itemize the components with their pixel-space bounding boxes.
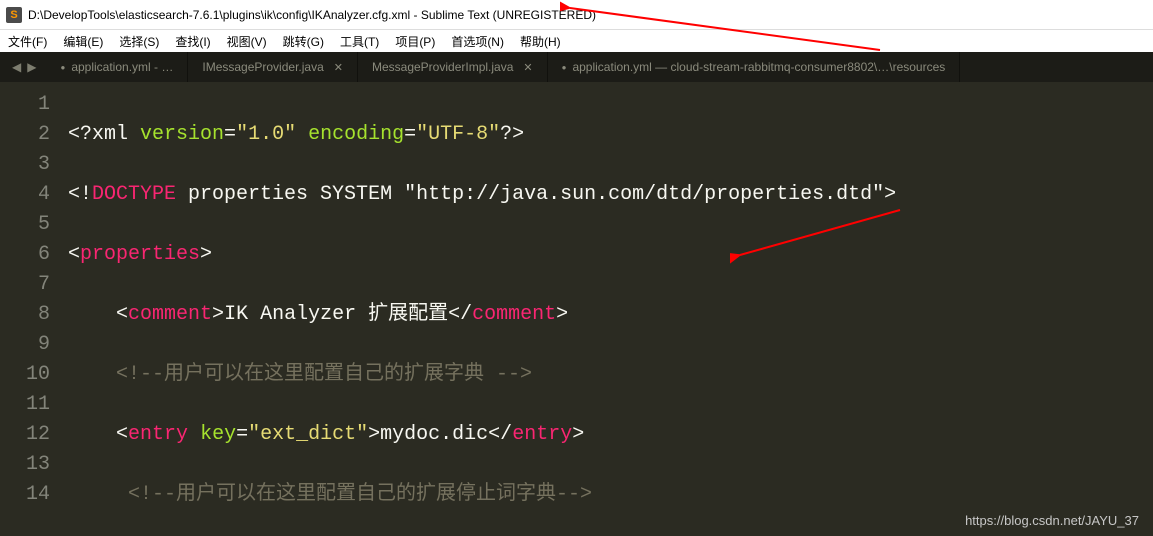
tab-application-yml-2[interactable]: ● application.yml — cloud-stream-rabbitm… [548, 52, 961, 82]
lineno: 1 [0, 90, 50, 120]
lineno: 11 [0, 390, 50, 420]
tab-nav: ◀ ▶ [0, 52, 46, 82]
tab-messageproviderimpl[interactable]: MessageProviderImpl.java ✕ [358, 52, 548, 82]
menu-tools[interactable]: 工具(T) [332, 33, 387, 50]
lineno: 7 [0, 270, 50, 300]
tab-row: ◀ ▶ ● application.yml - … IMessageProvid… [0, 52, 1153, 82]
menu-edit[interactable]: 编辑(E) [55, 33, 111, 50]
editor[interactable]: 1 2 3 4 5 6 7 8 9 10 11 12 13 14 <?xml v… [0, 82, 1153, 536]
menu-file[interactable]: 文件(F) [0, 33, 55, 50]
menu-help[interactable]: 帮助(H) [512, 33, 569, 50]
lineno: 9 [0, 330, 50, 360]
menu-goto[interactable]: 跳转(G) [275, 33, 332, 50]
app-icon: S [6, 7, 22, 23]
nav-back-icon[interactable]: ◀ [12, 60, 21, 74]
code-line: <!--用户可以在这里配置自己的扩展字典 --> [68, 360, 1147, 390]
window-title: D:\DevelopTools\elasticsearch-7.6.1\plug… [28, 8, 596, 22]
lineno: 14 [0, 480, 50, 510]
close-icon[interactable]: ✕ [523, 61, 532, 74]
code-line: <?xml version="1.0" encoding="UTF-8"?> [68, 120, 1147, 150]
title-bar: S D:\DevelopTools\elasticsearch-7.6.1\pl… [0, 0, 1153, 30]
nav-forward-icon[interactable]: ▶ [27, 60, 36, 74]
tab-application-yml-1[interactable]: ● application.yml - … [46, 52, 188, 82]
dirty-dot-icon: ● [60, 63, 65, 72]
code-line: <!--用户可以在这里配置自己的扩展停止词字典--> [68, 480, 1147, 510]
watermark: https://blog.csdn.net/JAYU_37 [965, 513, 1139, 528]
lineno: 10 [0, 360, 50, 390]
menu-project[interactable]: 项目(P) [387, 33, 443, 50]
menu-select[interactable]: 选择(S) [111, 33, 167, 50]
close-icon[interactable]: ✕ [334, 61, 343, 74]
code-line: <properties> [68, 240, 1147, 270]
lineno: 12 [0, 420, 50, 450]
lineno: 8 [0, 300, 50, 330]
gutter: 1 2 3 4 5 6 7 8 9 10 11 12 13 14 [0, 82, 62, 536]
tab-label: application.yml — cloud-stream-rabbitmq-… [572, 60, 945, 74]
code-line: <!DOCTYPE properties SYSTEM "http://java… [68, 180, 1147, 210]
menu-bar: 文件(F) 编辑(E) 选择(S) 查找(I) 视图(V) 跳转(G) 工具(T… [0, 30, 1153, 52]
lineno: 6 [0, 240, 50, 270]
lineno: 5 [0, 210, 50, 240]
menu-prefs[interactable]: 首选项(N) [443, 33, 512, 50]
menu-find[interactable]: 查找(I) [167, 33, 218, 50]
code-line: <entry key="ext_dict">mydoc.dic</entry> [68, 420, 1147, 450]
tab-label: MessageProviderImpl.java [372, 60, 513, 74]
lineno: 3 [0, 150, 50, 180]
lineno: 4 [0, 180, 50, 210]
code-area[interactable]: <?xml version="1.0" encoding="UTF-8"?> <… [62, 82, 1153, 536]
tab-label: IMessageProvider.java [202, 60, 323, 74]
dirty-dot-icon: ● [562, 63, 567, 72]
code-line: <comment>IK Analyzer 扩展配置</comment> [68, 300, 1147, 330]
menu-view[interactable]: 视图(V) [219, 33, 275, 50]
tab-label: application.yml - … [71, 60, 173, 74]
lineno: 13 [0, 450, 50, 480]
tab-imessageprovider[interactable]: IMessageProvider.java ✕ [188, 52, 358, 82]
lineno: 2 [0, 120, 50, 150]
